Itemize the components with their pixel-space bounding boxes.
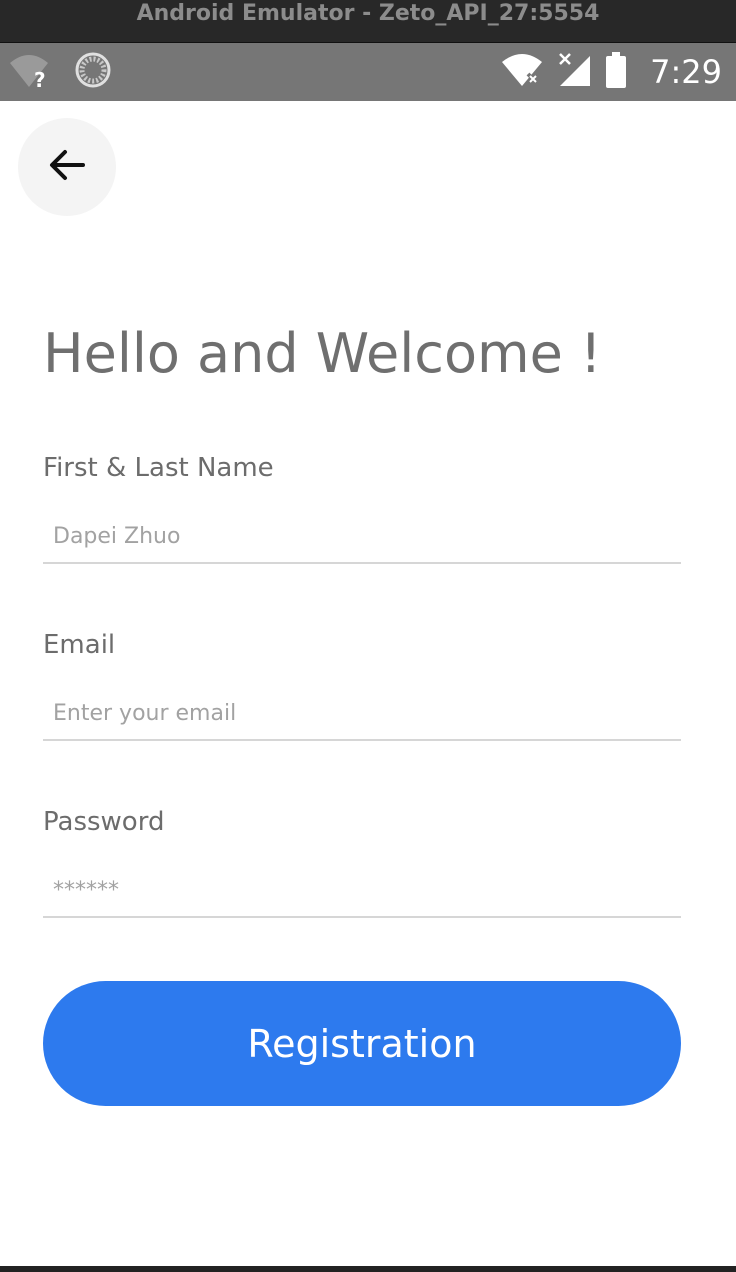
status-bar: ? 7:29	[0, 43, 736, 101]
battery-icon	[604, 51, 628, 94]
email-field-group: Email	[43, 627, 681, 741]
email-field-label: Email	[43, 630, 116, 660]
registration-button[interactable]: Registration	[43, 981, 681, 1106]
window-bottom-edge	[0, 1266, 736, 1272]
no-signal-icon	[556, 52, 592, 93]
svg-text:?: ?	[34, 68, 46, 89]
name-input[interactable]	[43, 510, 681, 564]
password-field-label: Password	[43, 807, 165, 837]
window-title: Android Emulator - Zeto_API_27:5554	[136, 1, 600, 26]
password-field-group: Password	[43, 804, 681, 918]
name-field-label: First & Last Name	[43, 453, 274, 483]
window-title-bar: Android Emulator - Zeto_API_27:5554	[0, 0, 736, 43]
arrow-left-icon	[49, 149, 85, 186]
wifi-unknown-icon: ?	[8, 51, 50, 94]
status-time: 7:29	[650, 53, 722, 91]
sync-icon	[74, 51, 112, 94]
page-title: Hello and Welcome !	[43, 322, 602, 385]
password-input[interactable]	[43, 864, 681, 918]
back-button[interactable]	[18, 118, 116, 216]
name-field-group: First & Last Name	[43, 450, 681, 564]
wifi-no-internet-icon	[500, 52, 544, 93]
email-input[interactable]	[43, 687, 681, 741]
